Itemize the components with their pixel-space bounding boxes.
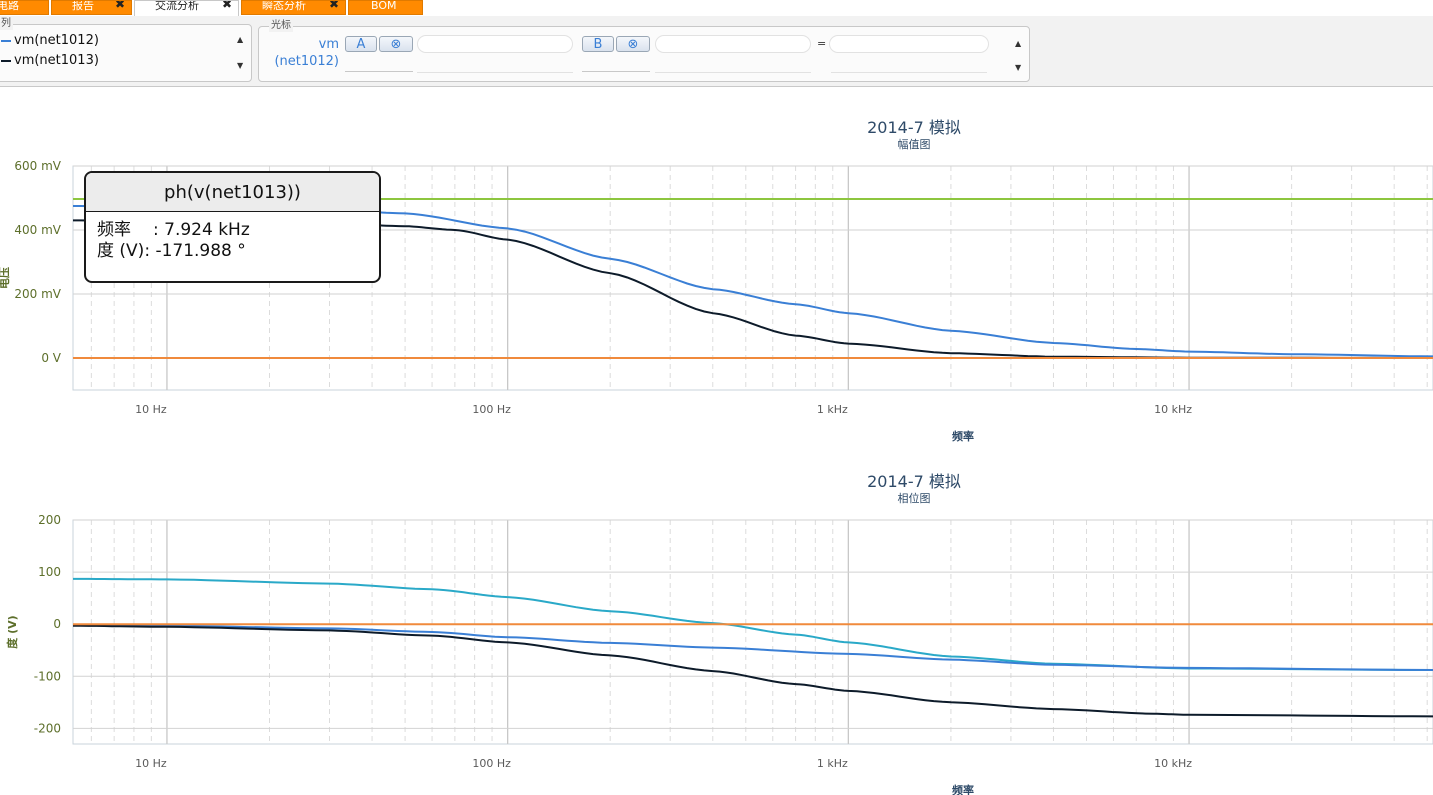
x-tick-label: 1 kHz xyxy=(817,757,848,770)
toolbar: 列 vm(net1012) vm(net1013) ▲ ▼ 光标 vm (net… xyxy=(0,16,1433,87)
x-tick-label: 10 Hz xyxy=(135,757,167,770)
tab-report[interactable]: 报告 ✖ xyxy=(51,0,132,15)
cursor-panel: 光标 vm (net1012) A ⊗ B ⊗ = ▲ ▼ xyxy=(258,20,1030,82)
tab-bom[interactable]: BOM xyxy=(348,0,423,15)
y-axis-label: 电压 xyxy=(0,267,11,289)
tab-label: 交流分析 xyxy=(155,0,199,12)
tooltip-freq-row: 频率 : 7.924 kHz xyxy=(97,220,379,241)
y-tick-label: 200 xyxy=(38,513,61,527)
series-panel: 列 vm(net1012) vm(net1013) ▲ ▼ xyxy=(0,18,252,82)
tab-label: 瞬态分析 xyxy=(262,0,306,12)
cursor-tooltip: ph(v(net1013)) 频率 : 7.924 kHz 度 (V): -171… xyxy=(84,171,381,283)
scroll-up-icon[interactable]: ▲ xyxy=(237,35,243,44)
x-tick-label: 10 kHz xyxy=(1154,757,1192,770)
tab-label: 电路 xyxy=(0,0,19,12)
tab-bar: 电路 报告 ✖ 交流分析 ✖ 瞬态分析 ✖ BOM xyxy=(0,0,1433,17)
tab-label: 报告 xyxy=(72,0,94,12)
x-axis-label: 频率 xyxy=(952,783,974,795)
x-tick-label: 100 Hz xyxy=(472,757,511,770)
y-tick-label: 100 xyxy=(38,565,61,579)
scroll-down-icon[interactable]: ▼ xyxy=(237,61,243,70)
row-divider xyxy=(831,72,987,73)
cursor-label-line2: (net1012) xyxy=(274,54,339,69)
tooltip-freq-value: : 7.924 kHz xyxy=(153,220,250,240)
row-divider xyxy=(655,72,811,73)
tooltip-title: ph(v(net1013)) xyxy=(86,173,379,212)
tooltip-deg-label: 度 (V) xyxy=(97,241,145,261)
chart-subtitle: 相位图 xyxy=(898,491,931,505)
scroll-down-icon[interactable]: ▼ xyxy=(1015,63,1021,72)
cursor-a-clear-button[interactable]: ⊗ xyxy=(379,36,413,52)
y-axis-label: 度 (V) xyxy=(5,615,19,648)
tooltip-body: 频率 : 7.924 kHz 度 (V): -171.988 ° xyxy=(86,212,379,262)
series-label: vm(net1013) xyxy=(14,53,99,68)
y-tick-label: 0 V xyxy=(41,351,61,365)
phase-chart: 200 100 0 -100 -200 10 Hz 100 Hz 1 kHz 10 kHz 201… xyxy=(5,472,1433,795)
cursor-a-button[interactable]: A xyxy=(345,36,377,52)
y-tick-label: 200 mV xyxy=(14,287,61,301)
tab-transient-analysis[interactable]: 瞬态分析 ✖ xyxy=(241,0,346,15)
x-axis-label: 频率 xyxy=(952,429,974,443)
close-icon[interactable]: ✖ xyxy=(222,1,232,10)
x-tick-label: 1 kHz xyxy=(817,403,848,416)
cursor-series-label: vm (net1012) xyxy=(267,36,339,70)
series-item[interactable]: vm(net1013) xyxy=(1,53,99,69)
cursor-b-clear-button[interactable]: ⊗ xyxy=(616,36,650,52)
x-tick-label: 100 Hz xyxy=(472,403,511,416)
chart-subtitle: 幅值图 xyxy=(898,138,931,151)
equals-sign: = xyxy=(817,37,827,50)
series-swatch xyxy=(1,39,11,42)
cursor-panel-legend: 光标 xyxy=(269,20,293,32)
tooltip-deg-row: 度 (V): -171.988 ° xyxy=(97,241,379,262)
row-divider xyxy=(582,71,650,74)
plot-frame xyxy=(72,519,1433,745)
tab-circuit[interactable]: 电路 xyxy=(0,0,49,15)
tooltip-freq-label: 频率 xyxy=(97,220,131,240)
chart-title: 2014-7 模拟 xyxy=(867,472,961,491)
scroll-up-icon[interactable]: ▲ xyxy=(1015,39,1021,48)
cursor-b-button[interactable]: B xyxy=(582,36,614,52)
series-item[interactable]: vm(net1012) xyxy=(1,33,99,49)
series-swatch xyxy=(1,59,11,62)
tab-ac-analysis[interactable]: 交流分析 ✖ xyxy=(134,0,239,17)
series-panel-legend: 列 xyxy=(0,18,13,30)
chart-title: 2014-7 模拟 xyxy=(867,118,961,137)
cursor-a-value-field[interactable] xyxy=(417,35,573,53)
row-divider xyxy=(345,71,413,74)
y-tick-label: 0 xyxy=(53,617,61,631)
y-tick-label: 600 mV xyxy=(14,159,61,173)
tooltip-deg-value: : -171.988 ° xyxy=(144,241,246,261)
series-label: vm(net1012) xyxy=(14,33,99,48)
cursor-b-value-field[interactable] xyxy=(655,35,811,53)
y-tick-label: -100 xyxy=(34,669,61,683)
cursor-label-line1: vm xyxy=(318,37,339,52)
cursor-delta-field[interactable] xyxy=(829,35,989,53)
row-divider xyxy=(417,72,573,73)
x-tick-label: 10 Hz xyxy=(135,403,167,416)
tab-label: BOM xyxy=(371,0,397,12)
x-tick-label: 10 kHz xyxy=(1154,403,1192,416)
y-tick-label: -200 xyxy=(34,721,61,735)
close-icon[interactable]: ✖ xyxy=(329,1,339,10)
close-icon[interactable]: ✖ xyxy=(115,1,125,10)
y-tick-label: 400 mV xyxy=(14,223,61,237)
